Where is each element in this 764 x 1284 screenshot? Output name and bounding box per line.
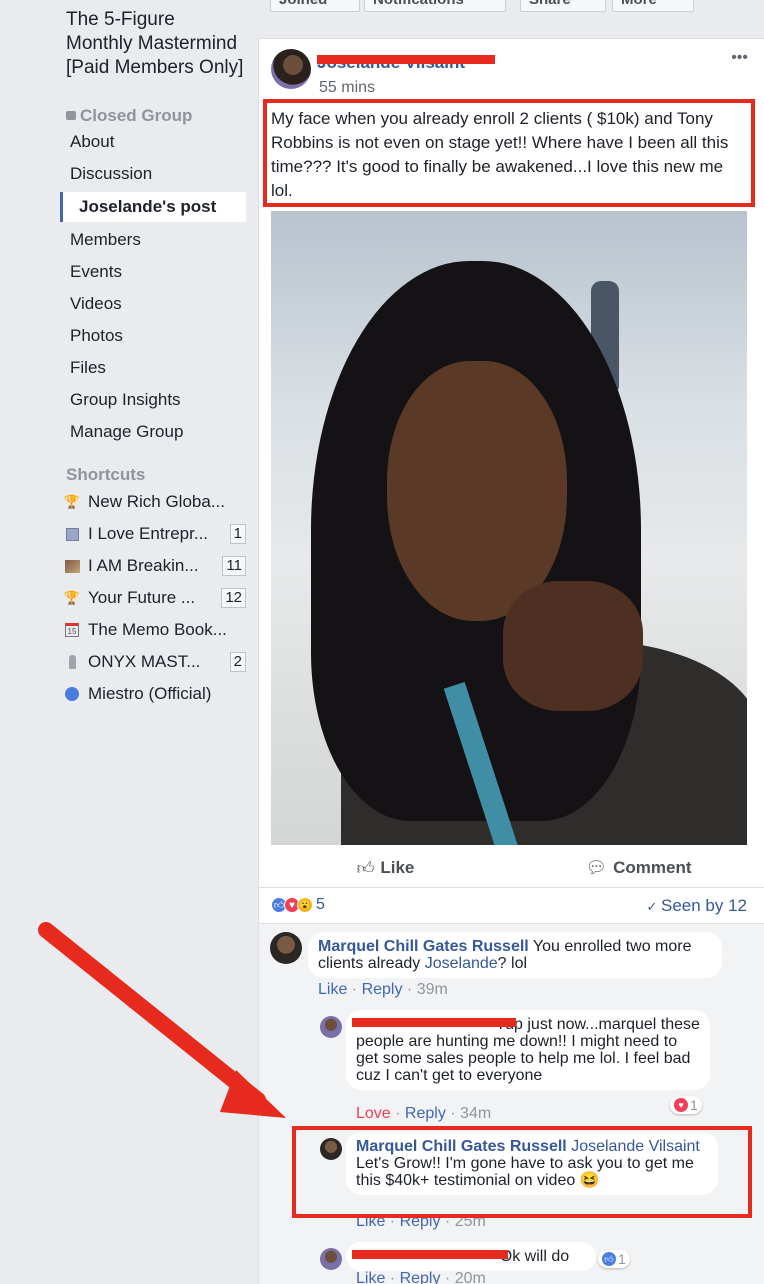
reply-meta: Like · Reply · 20m [356,1270,486,1284]
more-button[interactable]: More [612,0,694,12]
mention-link[interactable]: Joselande [425,955,498,972]
group-icon [64,686,80,702]
author-avatar[interactable] [271,49,311,89]
photo-face [387,361,567,621]
nav-item-group-insights[interactable]: Group Insights [60,384,246,416]
highlight-box [292,1126,752,1218]
nav-item-post[interactable]: Joselande's post [60,192,246,222]
reply-meta: Love · Reply · 34m [356,1105,492,1122]
post-stats: 👍︎ ♥ 😮 5 ✓ Seen by 12 [259,887,764,923]
nav-item-files[interactable]: Files [60,352,246,384]
shortcut-item[interactable]: ONYX MAST... 2 [64,646,246,678]
nav-item-members[interactable]: Members [60,224,246,256]
shortcut-item[interactable]: 15 The Memo Book... [64,614,246,646]
privacy-label: Closed Group [66,106,192,126]
shortcut-item[interactable]: I Love Entrepr... 1 [64,518,246,550]
reactions-summary[interactable]: 👍︎ ♥ 😮 5 [271,896,325,914]
unread-count: 2 [229,652,246,672]
more-options-icon[interactable]: ••• [731,49,748,67]
speech-bubble-icon: 💬︎ [585,858,608,877]
calendar-icon: 15 [64,622,80,638]
highlight-box [263,99,755,207]
post-actions: 👍︎ Like 💬︎ Comment [259,851,764,885]
group-photo-icon [64,558,80,574]
like-button[interactable]: 👍︎ Like [259,851,512,885]
post-photo[interactable] [271,211,747,845]
trophy-icon: 🏆 [63,494,81,509]
annotation-arrow-icon [38,922,286,1118]
thumbs-up-icon: 👍︎ [356,858,375,878]
replier-avatar[interactable] [320,1248,342,1270]
unread-count: 11 [222,556,246,576]
reply-like-link[interactable]: Like [356,1270,385,1284]
shortcut-item[interactable]: I AM Breakin... 11 [64,550,246,582]
photo-hand [503,581,643,711]
group-title[interactable]: The 5-Figure Monthly Mastermind [Paid Me… [66,8,246,80]
reply-reaction-badge[interactable]: 👍︎ 1 [598,1250,630,1268]
checkmark-icon: ✓ [646,899,661,914]
group-nav: About Discussion Joselande's post Member… [60,126,246,448]
trophy-icon: 🏆 [63,590,81,605]
comment-reply-link[interactable]: Reply [362,981,403,998]
unread-count: 12 [221,588,246,608]
post-time[interactable]: 55 mins [319,79,375,97]
figure-icon [64,654,80,670]
seen-by[interactable]: ✓ Seen by 12 [646,896,747,916]
nav-item-events[interactable]: Events [60,256,246,288]
nav-item-videos[interactable]: Videos [60,288,246,320]
unread-count: 1 [229,524,246,544]
comment-button[interactable]: 💬︎ Comment [512,851,764,885]
page-icon [64,526,80,542]
nav-item-photos[interactable]: Photos [60,320,246,352]
comment-meta: Like · Reply · 39m [318,981,448,998]
joined-button[interactable]: Joined [270,0,360,12]
lock-icon [66,111,76,120]
nav-item-manage-group[interactable]: Manage Group [60,416,246,448]
shortcuts-heading: Shortcuts [66,465,146,484]
shortcut-item[interactable]: Miestro (Official) [64,678,246,710]
like-reaction-icon: 👍︎ [602,1252,616,1266]
nav-item-discussion[interactable]: Discussion [60,158,246,190]
love-reaction-link[interactable]: Love [356,1105,391,1122]
commenter-name[interactable]: Marquel Chill Gates Russell [318,938,529,955]
shortcuts-list: 🏆 New Rich Globa... I Love Entrepr... 1 I … [64,486,246,710]
wow-reaction-icon: 😮 [297,897,313,913]
comment-bubble: Marquel Chill Gates Russell You enrolled… [308,932,722,978]
reply-link[interactable]: Reply [405,1105,446,1122]
redaction-bar [352,1018,516,1027]
reaction-count: 5 [316,896,325,913]
love-reaction-icon: ♥ [674,1098,688,1112]
reply-reaction-badge[interactable]: ♥ 1 [670,1096,702,1114]
redaction-bar [317,55,495,64]
shortcut-item[interactable]: 🏆 New Rich Globa... [64,486,246,518]
reply-link[interactable]: Reply [400,1270,441,1284]
shortcut-item[interactable]: 🏆 Your Future ... 12 [64,582,246,614]
share-button[interactable]: Share [520,0,606,12]
notifications-button[interactable]: Notifications [364,0,506,12]
nav-item-about[interactable]: About [60,126,246,158]
redaction-bar [352,1250,508,1259]
